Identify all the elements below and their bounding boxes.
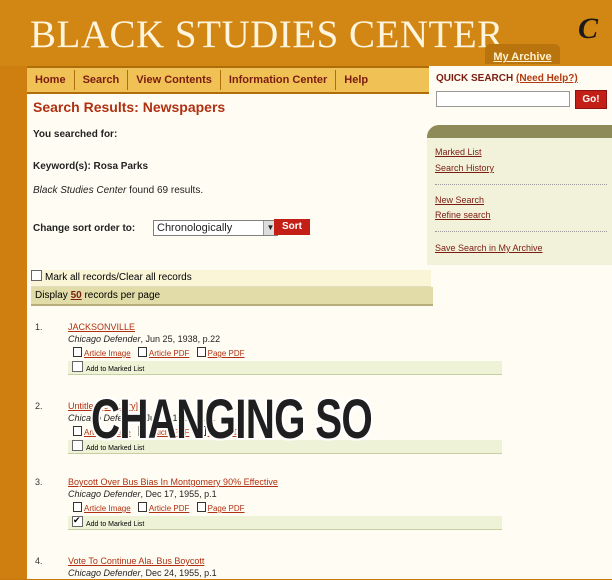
article-pdf-link[interactable]: Article PDF bbox=[149, 428, 189, 437]
sidebar-header-bar bbox=[427, 125, 612, 138]
result-title-link[interactable]: Boycott Over Bus Bias In Montgomery 90% … bbox=[68, 477, 278, 487]
result-number: 2. bbox=[35, 401, 43, 411]
result-item: 3. Boycott Over Bus Bias In Montgomery 9… bbox=[35, 477, 505, 533]
search-history-link[interactable]: Search History bbox=[435, 163, 494, 173]
result-citation: Chicago Defender, Dec 17, 1955, p.1 bbox=[68, 489, 217, 499]
result-item: 2. Untitled [obituary] Chicago Defender,… bbox=[35, 401, 505, 457]
quick-search-label: QUICK SEARCH (Need Help?) bbox=[436, 73, 578, 84]
search-tools-sidebar: Marked List Search History New Search Re… bbox=[427, 125, 612, 265]
add-to-marked-list-checkbox-checked[interactable] bbox=[72, 514, 83, 527]
article-image-icon bbox=[73, 502, 82, 512]
mark-all-checkbox[interactable] bbox=[31, 270, 42, 281]
marked-list-link[interactable]: Marked List bbox=[435, 147, 482, 157]
add-to-marked-list-checkbox[interactable] bbox=[72, 361, 83, 372]
my-archive-tab[interactable]: My Archive bbox=[485, 44, 560, 64]
result-item: 4. Vote To Continue Ala. Bus Boycott Chi… bbox=[35, 556, 505, 580]
result-source: Chicago Defender bbox=[68, 489, 141, 499]
pdf-icon bbox=[196, 502, 206, 512]
nav-search[interactable]: Search bbox=[75, 70, 129, 90]
article-image-link[interactable]: Article Image bbox=[84, 349, 131, 358]
result-number: 4. bbox=[35, 556, 43, 566]
quick-search-title: QUICK SEARCH bbox=[436, 73, 514, 84]
sidebar-divider bbox=[435, 184, 607, 185]
article-image-icon bbox=[73, 347, 82, 357]
result-count-text: found 69 results. bbox=[126, 185, 204, 196]
result-source: Chicago Defender bbox=[68, 413, 141, 423]
new-search-link[interactable]: New Search bbox=[435, 195, 484, 205]
sidebar-divider bbox=[435, 231, 607, 232]
page-pdf-link[interactable]: Page PDF bbox=[208, 504, 245, 513]
main-navigation: Home Search View Contents Information Ce… bbox=[27, 66, 429, 94]
add-to-marked-list-row[interactable]: Add to Marked List bbox=[68, 440, 502, 454]
result-title-link[interactable]: JACKSONVILLE bbox=[68, 322, 135, 332]
result-item: 1. JACKSONVILLE Chicago Defender, Jun 25… bbox=[35, 322, 505, 378]
pdf-icon bbox=[137, 347, 147, 357]
site-header: BLACK STUDIES CENTER My Archive C bbox=[0, 0, 612, 66]
article-image-link[interactable]: Article Image bbox=[84, 428, 131, 437]
my-archive-label[interactable]: My Archive bbox=[493, 51, 551, 63]
result-number: 3. bbox=[35, 477, 43, 487]
publisher-logo-icon: C bbox=[578, 12, 599, 45]
need-help-link[interactable]: (Need Help?) bbox=[516, 73, 578, 84]
mark-all-row[interactable]: Mark all records/Clear all records bbox=[31, 270, 431, 287]
add-to-marked-list-label[interactable]: Add to Marked List bbox=[86, 521, 144, 528]
sort-order-label: Change sort order to: bbox=[33, 223, 136, 234]
result-date: , Jun 25, 1938, p.22 bbox=[140, 334, 221, 344]
sort-button[interactable]: Sort bbox=[274, 219, 310, 235]
nav-home[interactable]: Home bbox=[27, 70, 75, 90]
result-citation: Chicago Defender, Jun ... 1954, p. ... bbox=[68, 413, 215, 423]
sort-order-select[interactable]: Chronologically ▼ bbox=[153, 220, 278, 236]
result-links: Article Image Article PDF Page PDF bbox=[68, 426, 245, 437]
sort-order-value: Chronologically bbox=[157, 222, 233, 234]
go-button[interactable]: Go! bbox=[575, 90, 607, 109]
add-to-marked-list-checkbox[interactable] bbox=[72, 440, 83, 451]
display-label-suffix: records per page bbox=[81, 290, 161, 301]
save-search-link[interactable]: Save Search in My Archive bbox=[435, 243, 543, 253]
nav-help[interactable]: Help bbox=[336, 70, 376, 90]
site-title: BLACK STUDIES CENTER bbox=[30, 13, 504, 56]
display-per-page-bar: Display 50 records per page bbox=[31, 287, 433, 306]
result-date: , Jun ... 1954, p. ... bbox=[140, 413, 216, 423]
searched-for-label: You searched for: bbox=[33, 129, 118, 140]
result-source: Chicago Defender bbox=[68, 334, 141, 344]
refine-search-link[interactable]: Refine search bbox=[435, 210, 491, 220]
pdf-icon bbox=[196, 347, 206, 357]
keyword-summary: Keyword(s): Rosa Parks bbox=[33, 161, 149, 172]
result-number: 1. bbox=[35, 322, 43, 332]
add-to-marked-list-label[interactable]: Add to Marked List bbox=[86, 366, 144, 373]
pdf-icon bbox=[137, 502, 147, 512]
result-links: Article Image Article PDF Page PDF bbox=[68, 347, 245, 358]
result-source: Chicago Defender bbox=[68, 568, 141, 578]
nav-information-center[interactable]: Information Center bbox=[221, 70, 337, 90]
pdf-icon bbox=[196, 426, 206, 436]
results-heading: Search Results: Newspapers bbox=[33, 99, 226, 115]
article-pdf-link[interactable]: Article PDF bbox=[149, 349, 189, 358]
display-label-prefix: Display bbox=[35, 290, 71, 301]
add-to-marked-list-row[interactable]: Add to Marked List bbox=[68, 361, 502, 375]
page-pdf-link[interactable]: Page PDF bbox=[208, 428, 245, 437]
result-source-name: Black Studies Center bbox=[33, 185, 127, 196]
add-to-marked-list-label[interactable]: Add to Marked List bbox=[86, 445, 144, 452]
result-title-link[interactable]: Untitled [obituary] bbox=[68, 401, 138, 411]
article-image-icon bbox=[73, 426, 82, 436]
add-to-marked-list-row[interactable]: Add to Marked List bbox=[68, 514, 502, 530]
result-links: Article Image Article PDF Page PDF bbox=[68, 502, 245, 513]
result-citation: Chicago Defender, Jun 25, 1938, p.22 bbox=[68, 334, 220, 344]
per-page-link[interactable]: 50 bbox=[71, 290, 82, 301]
result-date: , Dec 24, 1955, p.1 bbox=[140, 568, 217, 578]
page-pdf-link[interactable]: Page PDF bbox=[208, 349, 245, 358]
article-pdf-link[interactable]: Article PDF bbox=[149, 504, 189, 513]
nav-view-contents[interactable]: View Contents bbox=[128, 70, 221, 90]
pdf-icon bbox=[137, 426, 147, 436]
result-title-link[interactable]: Vote To Continue Ala. Bus Boycott bbox=[68, 556, 204, 566]
result-count: Black Studies Center found 69 results. bbox=[33, 185, 203, 196]
quick-search-input[interactable] bbox=[436, 91, 570, 107]
mark-all-label[interactable]: Mark all records/Clear all records bbox=[45, 272, 192, 283]
result-date: , Dec 17, 1955, p.1 bbox=[140, 489, 217, 499]
article-image-link[interactable]: Article Image bbox=[84, 504, 131, 513]
result-citation: Chicago Defender, Dec 24, 1955, p.1 bbox=[68, 568, 217, 578]
